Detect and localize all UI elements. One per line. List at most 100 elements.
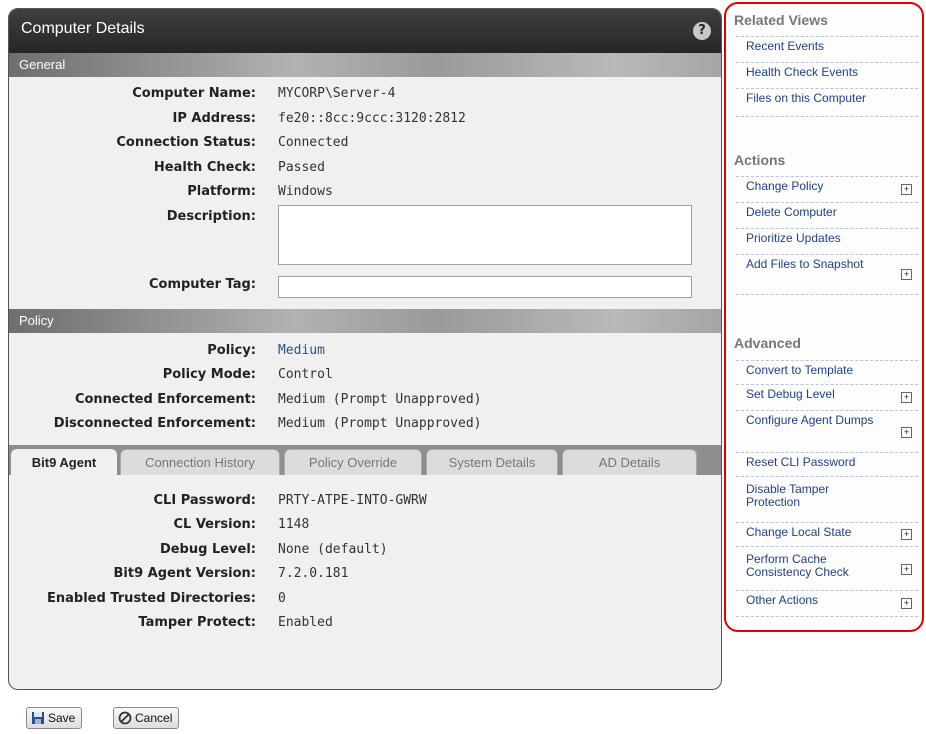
sidebar-item-label: Other Actions [746,593,819,607]
field-value: 0 [278,590,286,606]
tab-connection-history[interactable]: Connection History [120,448,280,475]
sidebar-item-label: Disable Tamper Protection [746,482,830,509]
expand-plus-icon[interactable]: + [901,269,912,280]
page-title: Computer Details [21,20,145,37]
description-row: Description: [9,204,721,273]
sidebar-item-set-debug-level[interactable]: Set Debug Level + [736,384,918,410]
field-row: Computer Name: MYCORP\Server-4 [9,82,721,107]
field-label: CLI Password: [153,492,256,508]
save-button[interactable]: Save [26,707,83,729]
policy-fields: Policy: Medium Policy Mode: Control Connec… [9,333,721,445]
field-row: Policy: Medium [9,339,721,364]
field-label: Policy: [207,342,256,358]
field-row: CLI Password: PRTY-ATPE-INTO-GWRW [9,489,721,514]
sidebar-item-label: Convert to Template [746,363,854,377]
field-label: Debug Level: [159,541,256,557]
sidebar-item-label: Prioritize Updates [746,231,841,245]
sidebar-item-label: Change Policy [746,179,824,193]
divider [736,116,918,117]
sidebar-item-recent-events[interactable]: Recent Events [736,36,918,62]
field-row: Bit9 Agent Version: 7.2.0.181 [9,562,721,587]
computer-tag-input[interactable] [278,275,692,298]
description-input[interactable] [278,204,692,265]
expand-plus-icon[interactable]: + [901,564,912,575]
field-label: Computer Name: [132,86,256,101]
description-label: Description: [166,208,256,224]
expand-plus-icon[interactable]: + [901,392,912,403]
divider [736,616,918,617]
expand-plus-icon[interactable]: + [901,598,912,609]
divider [736,294,918,295]
sidebar-item-change-policy[interactable]: Change Policy + [736,176,918,202]
policy-link[interactable]: Medium [278,343,325,358]
field-value: Passed [278,159,325,175]
field-value: Control [278,367,333,382]
sidebar-item-label: Files on this Computer [746,91,867,105]
field-value: Windows [278,184,333,199]
expand-plus-icon[interactable]: + [901,184,912,195]
general-section-header: General [9,53,721,77]
field-value: None (default) [278,541,388,557]
sidebar-item-delete-computer[interactable]: Delete Computer [736,202,918,228]
sidebar-item-label: Recent Events [746,39,825,53]
field-value: 1148 [278,517,310,532]
field-row: Health Check: Passed [9,156,721,181]
field-row: Connection Status: Connected [9,131,721,156]
expand-plus-icon[interactable]: + [901,529,912,540]
expand-plus-icon[interactable]: + [901,427,912,438]
sidebar-item-label: Set Debug Level [746,387,835,401]
tab-ad-details[interactable]: AD Details [562,448,697,475]
field-row: Enabled Trusted Directories: 0 [9,587,721,612]
sidebar-item-disable-tamper-protection[interactable]: Disable Tamper Protection [736,476,918,522]
field-label: Health Check: [153,159,256,175]
field-value: fe20::8cc:9ccc:3120:2812 [278,110,466,126]
sidebar-item-label: Add Files to Snapshot [746,257,864,271]
sidebar-item-add-files-to-snapshot[interactable]: Add Files to Snapshot + [736,254,918,294]
field-label: Policy Mode: [162,367,256,382]
sidebar-item-perform-cache-consistency-check[interactable]: Perform Cache Consistency Check + [736,546,918,590]
sidebar-item-change-local-state[interactable]: Change Local State + [736,522,918,546]
computer-details-panel: Computer Details ? General Computer Name… [8,8,722,690]
field-label: Bit9 Agent Version: [113,566,257,581]
sidebar-item-configure-agent-dumps[interactable]: Configure Agent Dumps + [736,410,918,452]
field-label: Connected Enforcement: [74,391,256,407]
sidebar-item-health-check-events[interactable]: Health Check Events [736,62,918,88]
sidebar-item-other-actions[interactable]: Other Actions + [736,590,918,616]
field-value: Medium (Prompt Unapproved) [278,391,482,407]
tag-label: Computer Tag: [148,276,256,292]
tab-bit9-agent[interactable]: Bit9 Agent [11,448,117,475]
sidebar-item-label: Reset CLI Password [746,455,856,469]
tag-row: Computer Tag: [9,273,721,309]
field-label: CL Version: [173,517,256,532]
field-label: Tamper Protect: [138,615,256,630]
cancel-button[interactable]: Cancel [113,707,180,729]
sidebar-item-prioritize-updates[interactable]: Prioritize Updates [736,228,918,254]
field-row: Tamper Protect: Enabled [9,611,721,636]
sidebar-item-convert-to-template[interactable]: Convert to Template [736,360,918,384]
sidebar-item-label: Change Local State [746,525,852,539]
tab-system-details[interactable]: System Details [426,448,558,475]
sidebar-item-label: Health Check Events [746,65,859,79]
title-bar: Computer Details ? [9,9,721,53]
field-row: Platform: Windows [9,180,721,205]
tab-policy-override[interactable]: Policy Override [284,448,422,475]
sidebar-item-label: Delete Computer [746,205,837,219]
general-fields: Computer Name: MYCORP\Server-4 IP Address… [9,77,721,309]
save-icon [31,711,45,725]
help-icon[interactable]: ? [693,22,711,40]
sidebar-item-files-on-computer[interactable]: Files on this Computer [736,88,918,116]
field-row: Debug Level: None (default) [9,538,721,563]
actions-heading: Actions [734,152,786,168]
save-label: Save [48,711,76,725]
field-label: Connection Status: [116,135,256,150]
agent-fields: CLI Password: PRTY-ATPE-INTO-GWRW CL Vers… [9,475,721,636]
cancel-label: Cancel [135,711,173,725]
advanced-heading: Advanced [734,335,801,351]
cancel-icon [118,711,132,725]
sidebar-item-label: Configure Agent Dumps [746,413,874,427]
sidebar-item-reset-cli-password[interactable]: Reset CLI Password [736,452,918,476]
field-value: Connected [278,135,349,150]
field-value: MYCORP\Server-4 [278,86,396,101]
sidebar-item-label: Perform Cache Consistency Check [746,552,849,579]
field-value: Medium (Prompt Unapproved) [278,416,482,431]
